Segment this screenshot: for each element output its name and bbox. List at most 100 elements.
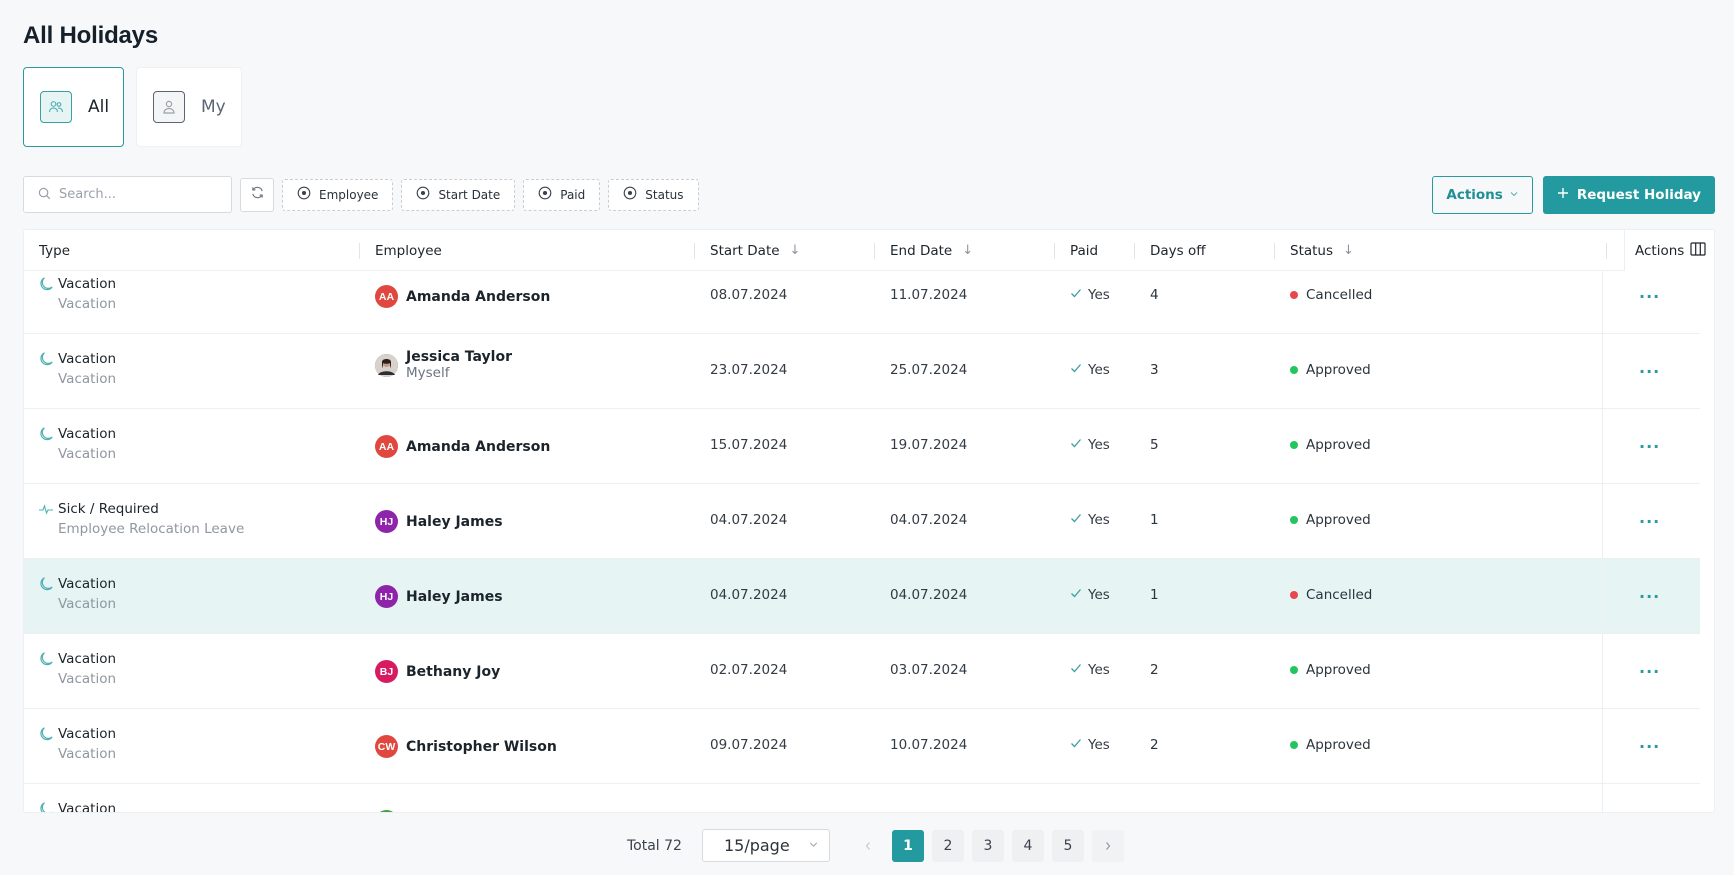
status-badge: Approved [1290,512,1371,528]
column-header-status[interactable]: Status ↓ [1290,230,1354,271]
column-header-days-off[interactable]: Days off [1150,230,1206,271]
avatar [375,810,398,812]
status-badge: Cancelled [1290,587,1372,603]
filter-paid[interactable]: Paid [523,178,601,211]
employee-cell[interactable]: HJ Haley James [375,510,503,533]
page-button-5[interactable]: 5 [1051,829,1084,862]
paid-cell: Yes [1070,587,1110,603]
filter-label: Start Date [438,187,501,202]
next-page-button[interactable] [1091,829,1124,862]
start-date: 08.07.2024 [710,287,788,303]
table-row[interactable]: Vacation [24,784,1700,812]
employee-cell[interactable]: HJ Haley James [375,585,503,608]
filter-label: Employee [319,187,379,202]
more-horizontal-icon[interactable]: ··· [1639,362,1660,381]
moon-icon [38,576,54,596]
actions-dropdown-button[interactable]: Actions [1432,175,1533,214]
filter-employee[interactable]: Employee [282,178,394,211]
table-body: Vacation Vacation AA Amanda Anderson 08.07.2… [24,271,1714,812]
table-row[interactable]: Vacation Vacation CW Christopher Wilson 09.0… [24,709,1700,784]
column-header-actions: Actions [1624,230,1714,271]
holiday-subtype: Vacation [58,296,117,312]
paid-cell: Yes [1070,437,1110,453]
holiday-type: Vacation [58,576,117,592]
moon-icon [38,726,54,746]
filter-status[interactable]: Status [608,178,699,211]
users-icon [40,91,72,123]
row-actions-button[interactable]: ··· [1602,634,1700,709]
table-row[interactable]: Vacation Vacation AA Amanda Anderson 15.07.2… [24,409,1700,484]
page-button-3[interactable]: 3 [971,829,1004,862]
request-holiday-button[interactable]: Request Holiday [1542,175,1715,214]
plus-icon [1557,187,1569,203]
page-button-2[interactable]: 2 [931,829,964,862]
search-input[interactable] [59,187,209,202]
view-tab-all[interactable]: All [23,67,124,147]
days-off: 5 [1150,437,1159,453]
column-header-start-date[interactable]: Start Date ↓ [710,230,800,271]
view-tab-label: My [201,97,226,117]
moon-icon [38,426,54,446]
more-horizontal-icon[interactable]: ··· [1639,662,1660,681]
more-horizontal-icon[interactable]: ··· [1639,287,1660,306]
column-header-type[interactable]: Type [39,230,70,271]
view-tab-my[interactable]: My [136,67,242,147]
employee-cell[interactable]: AA Amanda Anderson [375,285,550,308]
page-size-select[interactable]: 15/page [701,829,830,862]
table-row[interactable]: Vacation Vacation HJ Haley James 04.07.2024 0… [24,559,1700,634]
more-horizontal-icon[interactable]: ··· [1639,587,1660,606]
avatar: AA [375,285,398,308]
more-horizontal-icon[interactable]: ··· [1639,737,1660,756]
row-actions-button[interactable]: ··· [1602,709,1700,784]
row-actions-button[interactable]: ··· [1602,271,1700,334]
paid-cell: Yes [1070,737,1110,753]
avatar: HJ [375,510,398,533]
row-actions-button[interactable] [1602,784,1700,812]
employee-subtitle: Myself [406,365,450,381]
column-header-employee[interactable]: Employee [375,230,442,271]
employee-cell[interactable]: AA Amanda Anderson [375,435,550,458]
check-icon [1070,362,1082,378]
filter-start-date[interactable]: Start Date [401,178,516,211]
column-header-paid[interactable]: Paid [1070,230,1098,271]
employee-cell[interactable]: Jessica Taylor Myself [375,349,512,381]
row-actions-button[interactable]: ··· [1602,484,1700,559]
start-date: 04.07.2024 [710,512,788,528]
table-row[interactable]: Vacation Vacation BJ Bethany Joy 02.07.2024 0… [24,634,1700,709]
view-tabs: All My [23,67,242,147]
table-row[interactable]: Sick / Required Employee Relocation Leave… [24,484,1700,559]
employee-cell[interactable] [375,810,406,812]
moon-icon [38,276,54,296]
table-row[interactable]: Vacation Vacation AA Amanda Anderson 08.07.2… [24,271,1700,334]
days-off: 4 [1150,287,1159,303]
employee-name: Christopher Wilson [406,738,557,755]
employee-cell[interactable]: BJ Bethany Joy [375,660,500,683]
row-actions-button[interactable]: ··· [1602,409,1700,484]
table-row[interactable]: Vacation Vacation Jessica Taylor Myself 23.0… [24,334,1700,409]
row-actions-button[interactable]: ··· [1602,559,1700,634]
paid-cell: Yes [1070,287,1110,303]
start-date: 23.07.2024 [710,362,788,378]
page-button-4[interactable]: 4 [1011,829,1044,862]
holiday-type: Vacation [58,276,117,292]
columns-icon[interactable] [1690,241,1706,260]
end-date: 19.07.2024 [890,437,968,453]
search-box[interactable] [23,176,232,213]
start-date: 04.07.2024 [710,587,788,603]
check-icon [1070,437,1082,453]
start-date: 09.07.2024 [710,737,788,753]
sort-arrow-icon[interactable]: ↓ [790,243,801,258]
employee-cell[interactable]: CW Christopher Wilson [375,735,557,758]
chevron-down-icon [808,839,819,853]
holiday-subtype: Employee Relocation Leave [58,521,245,537]
page-button-1[interactable]: 1 [891,829,924,862]
holiday-subtype: Vacation [58,671,117,687]
sort-arrow-icon[interactable]: ↓ [1343,243,1354,258]
more-horizontal-icon[interactable]: ··· [1639,437,1660,456]
prev-page-button[interactable] [852,830,884,862]
sort-arrow-icon[interactable]: ↓ [962,243,973,258]
row-actions-button[interactable]: ··· [1602,334,1700,409]
more-horizontal-icon[interactable]: ··· [1639,512,1660,531]
column-header-end-date[interactable]: End Date ↓ [890,230,973,271]
refresh-button[interactable] [240,177,274,212]
